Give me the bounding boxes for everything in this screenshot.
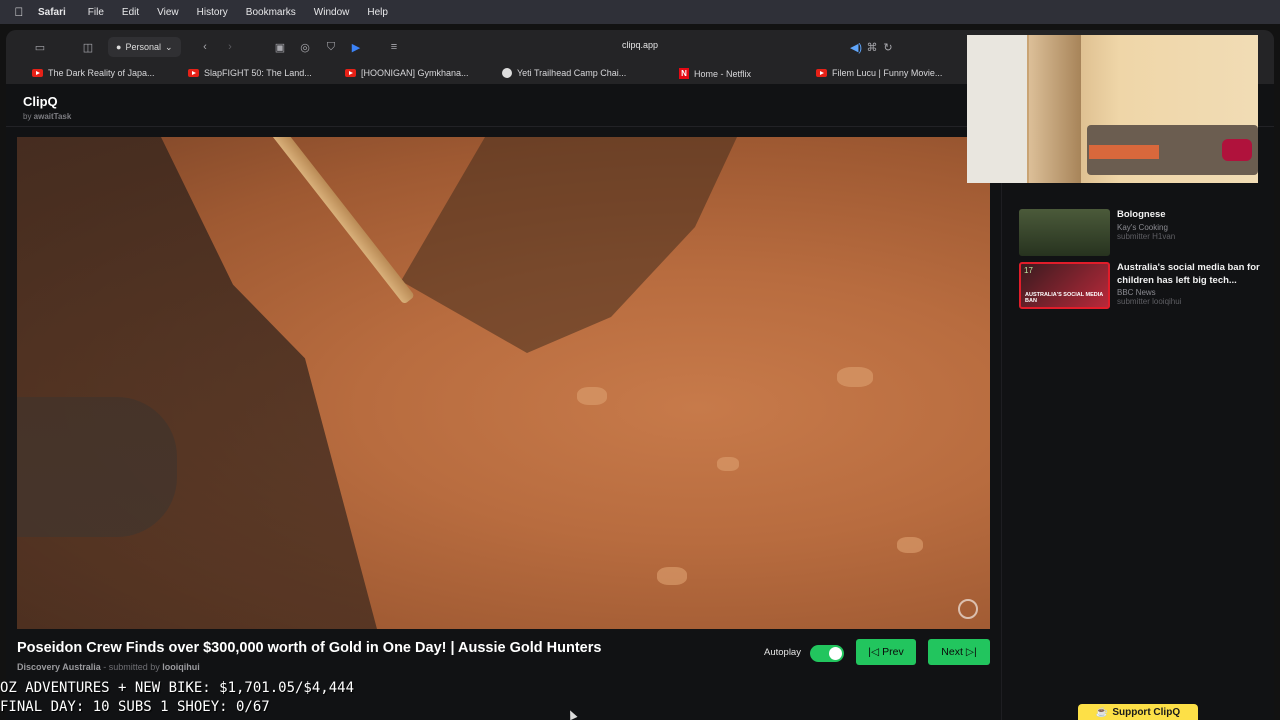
video-frame-pebble bbox=[657, 567, 687, 585]
video-frame-shadow bbox=[17, 137, 377, 629]
translate-icon[interactable]: ⌘ bbox=[864, 39, 880, 55]
video-frame-pebble bbox=[897, 537, 923, 553]
prev-label: Prev bbox=[882, 646, 904, 658]
menu-bookmarks[interactable]: Bookmarks bbox=[246, 7, 296, 18]
extension-glasses-icon[interactable]: ◎ bbox=[297, 39, 313, 55]
video-meta: Discovery Australia - submitted by looiq… bbox=[17, 662, 200, 672]
video-watermark-icon bbox=[958, 599, 978, 619]
menu-safari[interactable]: Safari bbox=[38, 7, 66, 18]
bookmark-item[interactable]: SlapFIGHT 50: The Land... bbox=[188, 68, 312, 78]
queue-submitter: submitter H1van bbox=[1117, 231, 1176, 241]
support-label: Support ClipQ bbox=[1112, 706, 1181, 718]
webcam-door bbox=[1029, 35, 1081, 183]
audio-playing-icon[interactable]: ◀) bbox=[848, 39, 864, 55]
youtube-icon bbox=[345, 69, 356, 77]
yeti-icon bbox=[502, 68, 512, 78]
stream-goal-line-2: FINAL DAY: 10 SUBS 1 SHOEY: 0/67 bbox=[0, 699, 270, 715]
video-frame-pebble bbox=[577, 387, 607, 405]
webcam-overlay bbox=[967, 35, 1258, 183]
queue-item[interactable]: Bolognese Kay's Cooking submitter H1van bbox=[1019, 209, 1265, 256]
youtube-icon bbox=[32, 69, 43, 77]
forward-icon[interactable]: › bbox=[222, 39, 238, 55]
menu-file[interactable]: File bbox=[88, 7, 104, 18]
bookmark-item[interactable]: Yeti Trailhead Camp Chai... bbox=[502, 68, 626, 78]
video-frame-shadow bbox=[401, 137, 737, 353]
bookmark-label: [HOONIGAN] Gymkhana... bbox=[361, 68, 469, 78]
sidebar-divider bbox=[1001, 137, 1002, 720]
netflix-icon: N bbox=[679, 68, 689, 79]
bookmark-label: The Dark Reality of Japa... bbox=[48, 68, 155, 78]
queue-rank: 17 bbox=[1024, 266, 1033, 275]
video-title: Poseidon Crew Finds over $300,000 worth … bbox=[17, 640, 602, 656]
queue-thumbnail-text: AUSTRALIA'S SOCIAL MEDIA BAN bbox=[1025, 292, 1104, 304]
menu-window[interactable]: Window bbox=[314, 7, 350, 18]
menu-history[interactable]: History bbox=[197, 7, 228, 18]
back-icon[interactable]: ‹ bbox=[197, 39, 213, 55]
address-bar[interactable] bbox=[376, 37, 904, 57]
menu-help[interactable]: Help bbox=[367, 7, 388, 18]
bookmark-item[interactable]: N Home - Netflix bbox=[679, 68, 751, 79]
site-byline: by awaitTask bbox=[23, 112, 71, 121]
extension-shield-icon[interactable]: ⛉ bbox=[323, 39, 339, 55]
apple-menu-icon[interactable]:  bbox=[0, 5, 38, 19]
coffee-icon: ☕ bbox=[1095, 706, 1109, 718]
skip-back-icon: |◁ bbox=[868, 646, 880, 658]
bookmark-item[interactable]: Filem Lucu | Funny Movie... bbox=[816, 68, 942, 78]
extension-blue-icon[interactable]: ▶ bbox=[348, 39, 364, 55]
profile-label: Personal bbox=[125, 42, 161, 52]
person-icon: ● bbox=[116, 42, 122, 52]
chevron-down-icon: ⌄ bbox=[164, 41, 173, 52]
bookmark-item[interactable]: [HOONIGAN] Gymkhana... bbox=[345, 68, 469, 78]
queue-channel: BBC News bbox=[1117, 288, 1156, 297]
bookmark-label: SlapFIGHT 50: The Land... bbox=[204, 68, 312, 78]
byline-prefix: by bbox=[23, 112, 34, 121]
queue-channel: Kay's Cooking bbox=[1117, 222, 1168, 232]
queue-thumbnail: 17 AUSTRALIA'S SOCIAL MEDIA BAN bbox=[1019, 262, 1110, 309]
youtube-icon bbox=[188, 69, 199, 77]
queue-submitter: submitter looiqihui bbox=[1117, 297, 1182, 306]
youtube-icon bbox=[816, 69, 827, 77]
queue-item[interactable]: 17 AUSTRALIA'S SOCIAL MEDIA BAN Australi… bbox=[1019, 262, 1265, 309]
queue-title: Australia's social media ban for childre… bbox=[1117, 262, 1260, 286]
prev-button[interactable]: |◁ Prev bbox=[856, 639, 916, 665]
video-frame-pebble bbox=[837, 367, 873, 387]
autoplay-label: Autoplay bbox=[764, 647, 801, 658]
autoplay-toggle[interactable] bbox=[810, 645, 844, 662]
tab-overview-icon[interactable]: ▭ bbox=[32, 39, 48, 55]
menu-view[interactable]: View bbox=[157, 7, 179, 18]
bookmark-label: Filem Lucu | Funny Movie... bbox=[832, 68, 943, 78]
macos-menubar:  Safari File Edit View History Bookmark… bbox=[0, 0, 1280, 24]
skip-forward-icon: ▷| bbox=[965, 646, 977, 658]
video-channel[interactable]: Discovery Australia bbox=[17, 662, 101, 672]
extension-photo-icon[interactable]: ▣ bbox=[272, 39, 288, 55]
webcam-cushion bbox=[1089, 145, 1159, 159]
profile-switcher[interactable]: ● Personal ⌄ bbox=[108, 37, 181, 57]
reload-icon[interactable]: ↻ bbox=[880, 39, 896, 55]
queue-thumbnail bbox=[1019, 209, 1110, 256]
next-button[interactable]: Next ▷| bbox=[928, 639, 990, 665]
bookmark-label: Home - Netflix bbox=[694, 68, 752, 79]
stream-goal-line-1: OZ ADVENTURES + NEW BIKE: $1,701.05/$4,4… bbox=[0, 680, 355, 696]
video-frame-pebble bbox=[717, 457, 739, 471]
video-player[interactable] bbox=[17, 137, 990, 629]
menu-edit[interactable]: Edit bbox=[122, 7, 139, 18]
sidebar-toggle-icon[interactable]: ◫ bbox=[80, 39, 96, 55]
video-submitted-prefix: - submitted by bbox=[100, 662, 163, 672]
site-logo[interactable]: ClipQ bbox=[23, 94, 58, 109]
support-clipq-button[interactable]: ☕ Support ClipQ bbox=[1078, 704, 1198, 720]
queue-title: Bolognese bbox=[1117, 209, 1166, 220]
next-label: Next bbox=[941, 646, 963, 658]
bookmark-item[interactable]: The Dark Reality of Japa... bbox=[32, 68, 155, 78]
webcam-blanket bbox=[1222, 139, 1252, 161]
bookmark-label: Yeti Trailhead Camp Chai... bbox=[517, 68, 627, 78]
video-submitter[interactable]: looiqihui bbox=[162, 662, 200, 672]
byline-author[interactable]: awaitTask bbox=[34, 112, 72, 121]
video-frame-tool-handle bbox=[268, 137, 415, 305]
